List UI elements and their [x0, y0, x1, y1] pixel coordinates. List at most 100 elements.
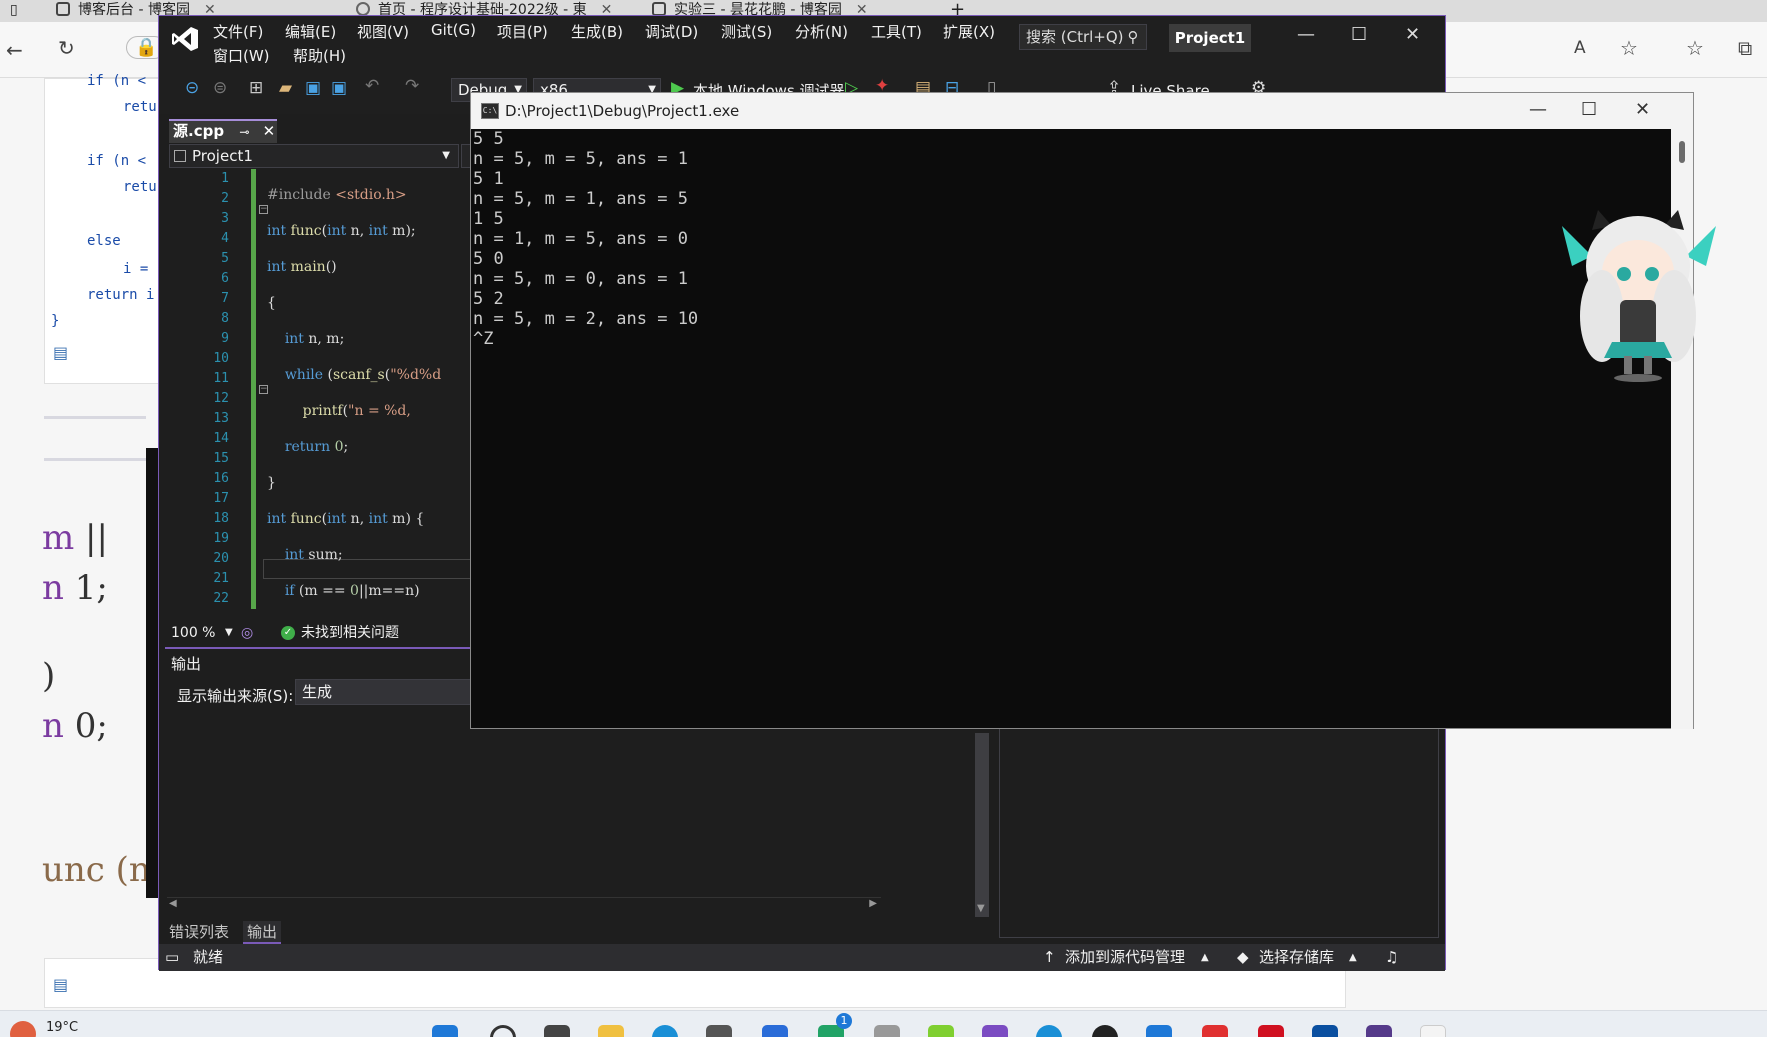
menu-file[interactable]: 文件(F)	[213, 21, 263, 42]
menu-tools[interactable]: 工具(T)	[871, 21, 922, 42]
desktop-mascot-image[interactable]	[1552, 196, 1726, 382]
menu-test[interactable]: 测试(S)	[721, 21, 772, 42]
navigate-back-icon[interactable]: ⊝	[185, 78, 199, 98]
minimize-icon[interactable]: —	[1297, 24, 1315, 45]
app-icon[interactable]	[928, 1025, 954, 1037]
blog-big-line: )	[42, 656, 56, 696]
console-line: n = 5, m = 5, ans = 1	[473, 149, 688, 169]
status-ready: 就绪	[193, 948, 224, 966]
maximize-icon[interactable]: ☐	[1351, 24, 1367, 45]
minimize-icon[interactable]: —	[1529, 99, 1547, 120]
select-repository-button[interactable]: 选择存储库	[1259, 944, 1334, 971]
line-number-gutter: 1 2 3 4 5 6 7 8 9 10 11 12 13 14 15 16 17 18 19 20 21 22	[169, 169, 239, 619]
menu-debug[interactable]: 调试(D)	[645, 21, 698, 42]
app-icon[interactable]	[1036, 1025, 1062, 1037]
copy-code-icon[interactable]: ▤	[53, 343, 68, 362]
output-source-label: 显示输出来源(S):	[177, 687, 294, 705]
issues-status[interactable]: 未找到相关问题	[301, 621, 399, 645]
chevron-down-icon: ▼	[442, 150, 450, 161]
favorites-icon[interactable]: ☆	[1686, 36, 1704, 60]
favorite-add-icon[interactable]: ☆	[1620, 36, 1638, 60]
output-scrollbar[interactable]	[975, 733, 989, 917]
edge-icon[interactable]	[652, 1025, 678, 1037]
pin-icon[interactable]: ⊸	[239, 125, 249, 139]
menu-view[interactable]: 视图(V)	[357, 21, 409, 42]
refresh-icon[interactable]: ↻	[58, 36, 75, 60]
app-icon[interactable]	[762, 1025, 788, 1037]
qq-icon[interactable]	[1092, 1025, 1118, 1037]
intellicode-icon[interactable]: ◎	[241, 621, 253, 645]
project-scope-dropdown[interactable]: Project1 ▼	[169, 144, 459, 168]
maximize-icon[interactable]: ☐	[1581, 99, 1597, 120]
add-to-source-control-button[interactable]: 添加到源代码管理	[1065, 944, 1185, 971]
menu-edit[interactable]: 编辑(E)	[285, 21, 336, 42]
divider	[44, 458, 146, 461]
menu-project[interactable]: 项目(P)	[497, 21, 548, 42]
line-number: 17	[213, 491, 229, 506]
save-icon[interactable]: ▣	[305, 78, 321, 98]
search-icon[interactable]	[490, 1025, 516, 1037]
notification-badge: 1	[836, 1013, 852, 1029]
menu-window[interactable]: 窗口(W)	[213, 45, 270, 66]
app-icon[interactable]	[1146, 1025, 1172, 1037]
menu-build[interactable]: 生成(B)	[571, 21, 623, 42]
zoom-dropdown[interactable]: 100 %	[171, 621, 215, 645]
output-source-dropdown[interactable]: 生成	[295, 679, 475, 705]
line-number: 16	[213, 471, 229, 486]
close-icon[interactable]: ✕	[1635, 99, 1650, 120]
menu-git[interactable]: Git(G)	[431, 21, 476, 39]
code-editor[interactable]: 1 2 3 4 5 6 7 8 9 10 11 12 13 14 15 16 17 18 19 20 21 22 − − …	[169, 169, 479, 619]
read-aloud-icon[interactable]: A	[1574, 38, 1586, 58]
scroll-thumb[interactable]	[1679, 141, 1685, 163]
console-window: C:\ D:\Project1\Debug\Project1.exe — ☐ ✕…	[470, 92, 1694, 729]
menu-help[interactable]: 帮助(H)	[293, 45, 346, 66]
line-number: 1	[221, 171, 229, 186]
notification-bell-icon[interactable]: ♫	[1385, 944, 1398, 971]
scroll-left-icon[interactable]: ◀	[169, 898, 177, 909]
start-icon[interactable]	[432, 1025, 458, 1037]
task-view-icon[interactable]	[544, 1025, 570, 1037]
navigate-forward-icon[interactable]: ⊜	[213, 78, 227, 98]
console-line: 1 5	[473, 209, 504, 229]
close-icon[interactable]: ✕	[263, 122, 276, 140]
console-icon[interactable]	[1366, 1025, 1392, 1037]
close-icon[interactable]: ✕	[1405, 24, 1420, 45]
line-number: 5	[221, 251, 229, 266]
collections-icon[interactable]: ⧉	[1738, 36, 1752, 60]
app-icon[interactable]	[874, 1025, 900, 1037]
open-file-icon[interactable]: ▰	[279, 78, 292, 98]
app-icon[interactable]	[706, 1025, 732, 1037]
undo-icon[interactable]: ↶	[365, 76, 379, 96]
console-output[interactable]: 5 5n = 5, m = 5, ans = 15 1n = 5, m = 1,…	[471, 129, 1671, 729]
menu-extensions[interactable]: 扩展(X)	[943, 21, 995, 42]
document-tab[interactable]: 源.cpp ⊸ ✕	[169, 119, 277, 143]
horizontal-scrollbar[interactable]: ◀ ▶	[167, 897, 881, 911]
app-icon[interactable]	[1258, 1025, 1284, 1037]
save-all-icon[interactable]: ▣	[331, 78, 347, 98]
copy-code-icon[interactable]: ▤	[53, 975, 68, 994]
new-item-icon[interactable]: ⊞	[249, 78, 263, 98]
vs-search-box[interactable]: 搜索 (Ctrl+Q) ⚲	[1019, 24, 1147, 50]
chevron-up-icon[interactable]: ▲	[1201, 944, 1209, 971]
weather-icon[interactable]	[10, 1021, 36, 1037]
back-arrow-icon[interactable]: ←	[6, 38, 23, 62]
visual-studio-icon[interactable]	[982, 1025, 1008, 1037]
tab-error-list[interactable]: 错误列表	[165, 921, 233, 942]
blog-code-line: if (n <	[87, 73, 147, 89]
menu-analyze[interactable]: 分析(N)	[795, 21, 848, 42]
scroll-right-icon[interactable]: ▶	[869, 898, 877, 909]
app-icon[interactable]	[1202, 1025, 1228, 1037]
chevron-up-icon[interactable]: ▲	[1349, 944, 1357, 971]
console-line: ^Z	[473, 329, 494, 349]
browser-sidebar-icon[interactable]: ▯	[10, 0, 18, 22]
chevron-down-icon[interactable]: ▼	[225, 621, 233, 645]
redo-icon[interactable]: ↷	[405, 76, 419, 96]
app-icon[interactable]	[1420, 1025, 1446, 1037]
scroll-down-icon[interactable]: ▼	[977, 903, 985, 914]
line-number: 2	[221, 191, 229, 206]
app-icon[interactable]	[1312, 1025, 1338, 1037]
line-number: 4	[221, 231, 229, 246]
tab-output[interactable]: 输出	[243, 921, 282, 944]
search-icon: ⚲	[1127, 28, 1139, 46]
file-explorer-icon[interactable]	[598, 1025, 624, 1037]
